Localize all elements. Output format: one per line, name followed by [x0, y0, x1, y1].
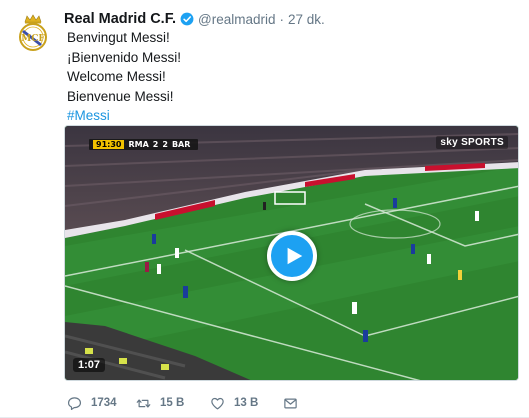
tweet-timestamp[interactable]: 27 dk. [288, 12, 325, 27]
tweet-text: Benvingut Messi! ¡Bienvenido Messi! Welc… [67, 28, 181, 126]
video-player[interactable]: 91:30 RMA 2 2 BAR sky SPORTS 1:07 [64, 125, 519, 381]
separator-dot: · [279, 11, 284, 27]
reply-icon [67, 396, 82, 410]
play-icon [287, 247, 302, 265]
hashtag-link[interactable]: #Messi [67, 106, 181, 126]
author-handle[interactable]: @realmadrid [198, 12, 275, 27]
home-team: RMA [128, 140, 149, 149]
tweet-card[interactable]: MCF Real Madrid C.F. @realmadrid · 27 dk… [0, 0, 529, 418]
verified-badge-icon [180, 12, 194, 26]
heart-icon [211, 397, 224, 409]
home-score: 2 [152, 140, 159, 149]
tweet-actions: 1734 15 B 13 B [64, 394, 324, 412]
tweet-line: ¡Bienvenido Messi! [67, 49, 182, 65]
author-name[interactable]: Real Madrid C.F. [64, 11, 176, 27]
scoreboard: 91:30 RMA 2 2 BAR [89, 139, 199, 150]
reply-count: 1734 [91, 397, 117, 409]
like-button[interactable]: 13 B [210, 394, 258, 412]
retweet-count: 15 B [160, 397, 185, 409]
tweet-line: Welcome Messi! [67, 69, 166, 84]
match-clock: 91:30 [93, 140, 125, 149]
real-madrid-crest-icon: MCF [19, 14, 47, 51]
direct-message-button[interactable] [283, 394, 298, 412]
video-duration: 1:07 [73, 358, 106, 372]
like-count: 13 B [234, 397, 259, 409]
tweet-header: Real Madrid C.F. @realmadrid · 27 dk. [64, 9, 325, 29]
retweet-icon [136, 398, 151, 408]
envelope-icon [284, 398, 297, 408]
tweet-line: Benvingut Messi! [67, 30, 170, 45]
away-team: BAR [171, 140, 191, 149]
broadcaster-logo: sky SPORTS [436, 136, 508, 149]
away-score: 2 [162, 140, 168, 149]
play-button[interactable] [267, 231, 317, 281]
reply-button[interactable]: 1734 [67, 394, 117, 412]
tweet-line: Bienvenue Messi! [67, 88, 174, 104]
svg-text:MCF: MCF [21, 34, 45, 44]
retweet-button[interactable]: 15 B [136, 394, 184, 412]
avatar[interactable]: MCF [17, 13, 49, 53]
